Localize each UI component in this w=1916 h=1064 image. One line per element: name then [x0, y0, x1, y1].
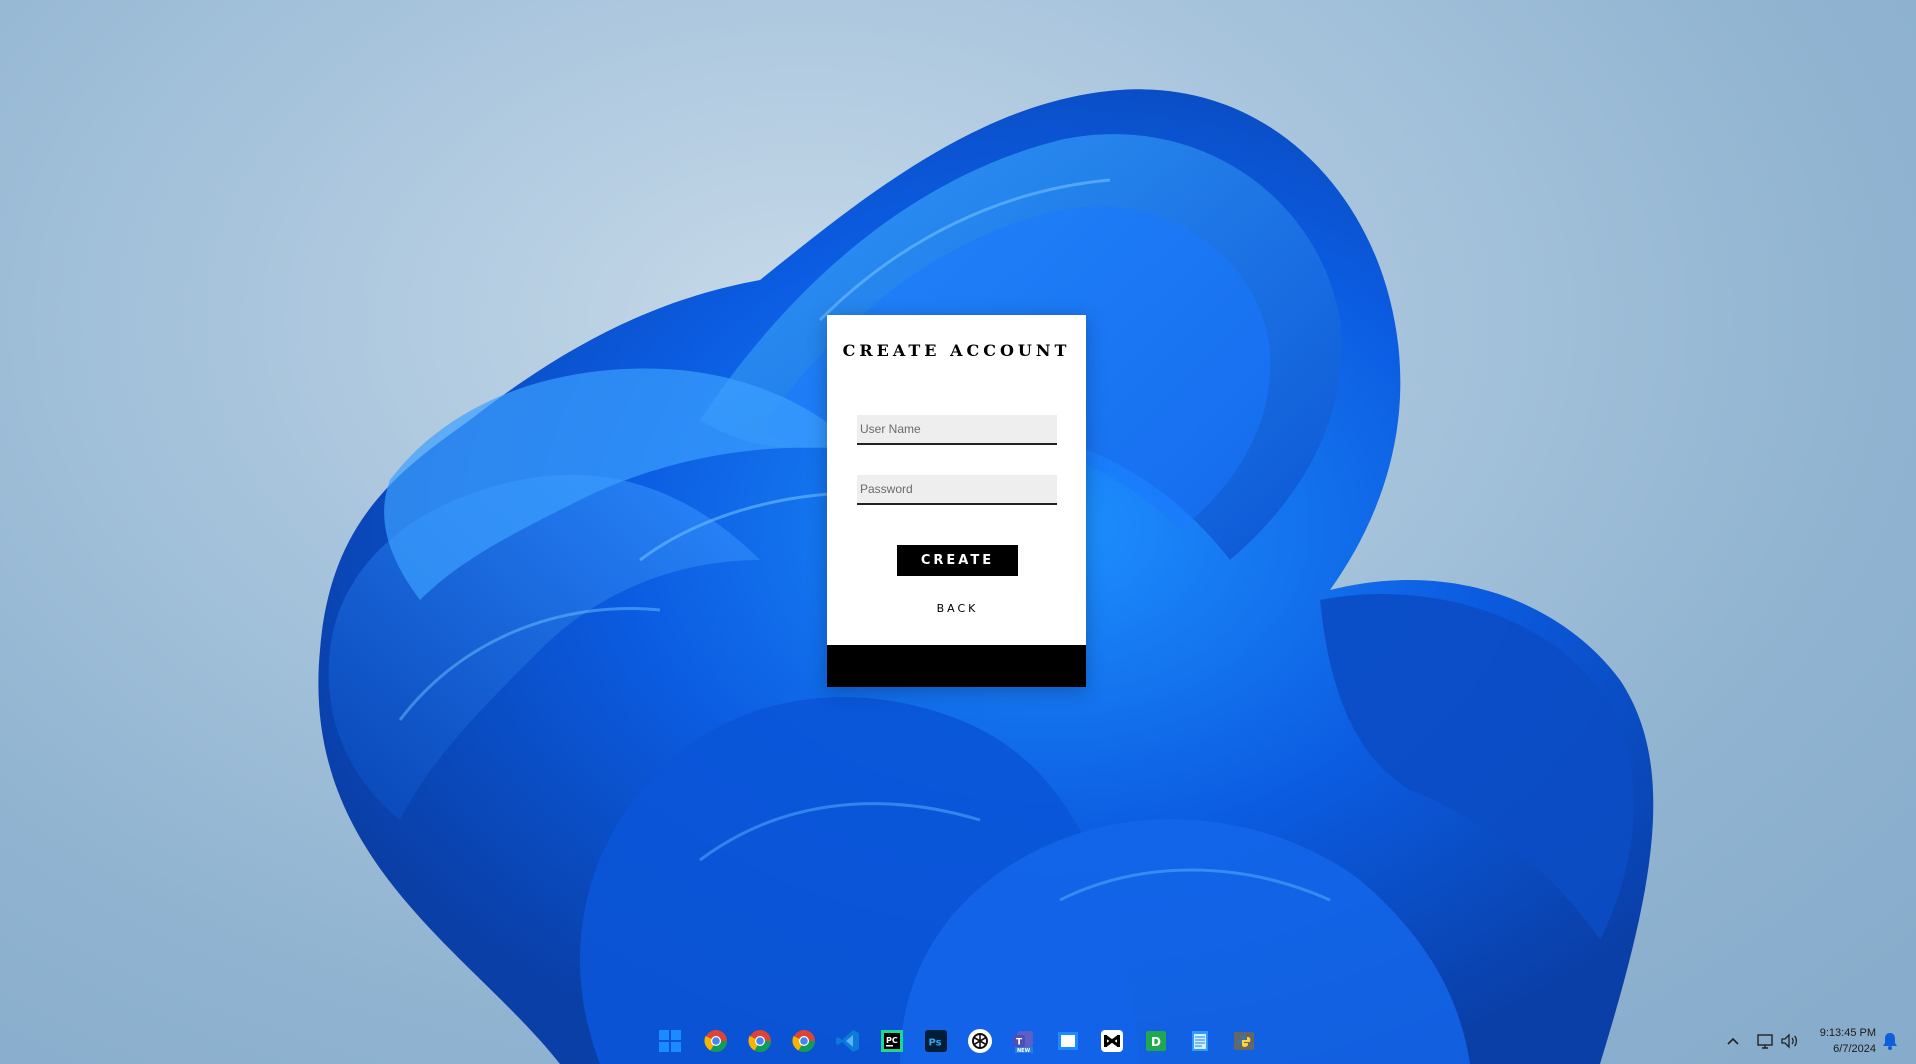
svg-text:PC: PC	[886, 1036, 898, 1045]
chrome-icon[interactable]	[791, 1028, 817, 1054]
back-button[interactable]: BACK	[917, 597, 998, 619]
vscode-icon[interactable]	[835, 1028, 861, 1054]
photoshop-icon[interactable]: Ps	[923, 1028, 949, 1054]
window-footer-bar	[827, 645, 1086, 687]
notification-bell-icon[interactable]	[1877, 1028, 1903, 1054]
create-button[interactable]: CREATE	[897, 545, 1018, 576]
start-menu-icon[interactable]	[657, 1028, 683, 1054]
window-title: CREATE ACCOUNT	[842, 341, 1071, 360]
clock-date: 6/7/2024	[1833, 1043, 1876, 1055]
pycharm-icon[interactable]: PC	[879, 1028, 905, 1054]
capcut-icon[interactable]	[1099, 1028, 1125, 1054]
desktop: CREATE ACCOUNT CREATE BACK PC Ps	[0, 0, 1916, 1064]
app-d-icon[interactable]: D	[1143, 1028, 1169, 1054]
chatgpt-icon[interactable]	[967, 1028, 993, 1054]
volume-icon[interactable]	[1776, 1028, 1802, 1054]
password-input[interactable]	[857, 475, 1057, 505]
taskbar: PC Ps T NEW D 9:13:45 PM 6/7/2024	[0, 1018, 1916, 1064]
chevron-up-icon[interactable]	[1720, 1028, 1746, 1054]
network-icon[interactable]	[1752, 1028, 1778, 1054]
window-app-icon[interactable]	[1055, 1028, 1081, 1054]
svg-text:T: T	[1016, 1038, 1023, 1048]
chrome-icon[interactable]	[747, 1028, 773, 1054]
username-input[interactable]	[857, 415, 1057, 445]
svg-text:NEW: NEW	[1017, 1048, 1031, 1054]
teams-icon[interactable]: T NEW	[1011, 1028, 1037, 1054]
chrome-icon[interactable]	[703, 1028, 729, 1054]
svg-text:D: D	[1151, 1035, 1161, 1049]
tray-clock[interactable]: 9:13:45 PM 6/7/2024	[1820, 1025, 1876, 1057]
python-icon[interactable]	[1231, 1028, 1257, 1054]
clock-time: 9:13:45 PM	[1819, 1027, 1876, 1039]
notepad-icon[interactable]	[1187, 1028, 1213, 1054]
svg-text:Ps: Ps	[929, 1038, 942, 1049]
create-account-window: CREATE ACCOUNT CREATE BACK	[827, 315, 1086, 687]
